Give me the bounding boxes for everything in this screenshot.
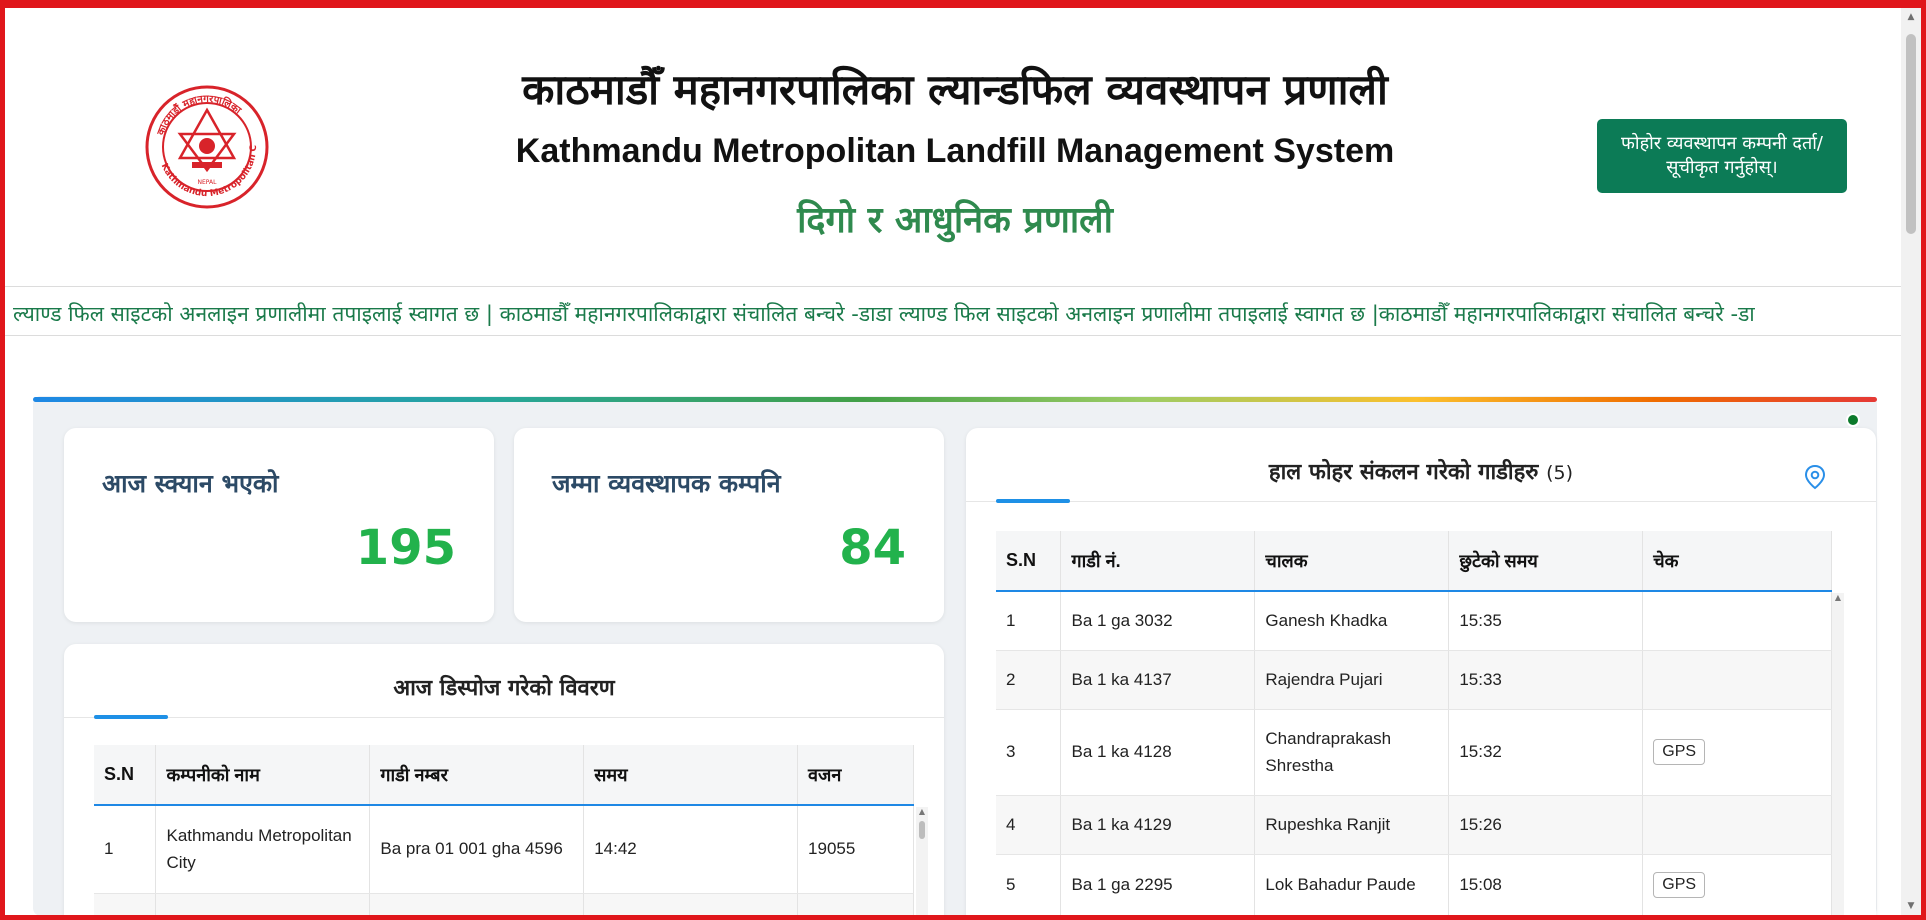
- cell-time: 15:33: [1448, 650, 1644, 710]
- cell-driver: Ganesh Khadka: [1254, 591, 1450, 651]
- col-sn[interactable]: S.N: [996, 531, 1062, 592]
- ticker-text: ल्याण्ड फिल साइटको अनलाइन प्रणालीमा तपाइ…: [13, 302, 1755, 326]
- site-header: काठमाडौं महानगरपालिका Kathmandu Metropol…: [5, 8, 1901, 286]
- disposal-table-wrapper: S.N कम्पनीको नाम गाडी नम्बर समय वजन 1 Ka…: [94, 745, 928, 920]
- disposal-panel-title: आज डिस्पोज गरेको विवरण: [393, 676, 615, 701]
- cell-sn: 1: [996, 591, 1062, 651]
- table-row[interactable]: 1 Ba 1 ga 3032 Ganesh Khadka 15:35: [996, 591, 1832, 651]
- scanned-today-value: 195: [355, 520, 456, 576]
- total-companies-card: जम्मा व्यवस्थापक कम्पनि 84: [514, 428, 944, 622]
- scanned-today-card: आज स्क्यान भएको 195: [64, 428, 494, 622]
- cell-sn: 1: [94, 805, 157, 894]
- col-time[interactable]: समय: [583, 745, 799, 806]
- cell-check: GPS: [1642, 709, 1832, 796]
- table-row[interactable]: 4 Ba 1 ka 4129 Rupeshka Ranjit 15:26: [996, 795, 1832, 855]
- cell-sn: 4: [996, 795, 1062, 855]
- cell-time: 14:42: [583, 805, 799, 894]
- scanned-today-label: आज स्क्यान भएको: [102, 469, 279, 498]
- vehicles-count: (5): [1546, 462, 1574, 484]
- table-row[interactable]: 5 Ba 1 ga 2295 Lok Bahadur Paude 15:08 G…: [996, 854, 1832, 917]
- cell-vehicle: Ba 1 ka 4128: [1060, 709, 1256, 796]
- cell-sn: 2: [996, 650, 1062, 710]
- table-row[interactable]: [94, 893, 914, 920]
- cell-check: [1642, 591, 1832, 651]
- cell-check: [1642, 650, 1832, 710]
- col-vehicle-no[interactable]: गाडी नं.: [1060, 531, 1256, 592]
- panel-divider: [64, 717, 944, 718]
- cell-time: 15:32: [1448, 709, 1644, 796]
- page-scrollbar[interactable]: ▲ ▼: [1901, 8, 1921, 915]
- vehicles-panel-title: हाल फोहर संकलन गरेको गाडीहरु (5): [966, 456, 1876, 486]
- register-company-button[interactable]: फोहोर व्यवस्थापन कम्पनी दर्ता/सूचीकृत गर…: [1597, 119, 1847, 193]
- page-title-nepali: काठमाडौँ महानगरपालिका ल्यान्डफिल व्यवस्थ…: [522, 65, 1388, 114]
- table-row[interactable]: 3 Ba 1 ka 4128 Chandraprakash Shrestha 1…: [996, 709, 1832, 796]
- col-company[interactable]: कम्पनीको नाम: [155, 745, 371, 806]
- cell-driver: Rajendra Pujari: [1254, 650, 1450, 710]
- news-ticker: ल्याण्ड फिल साइटको अनलाइन प्रणालीमा तपाइ…: [5, 286, 1901, 336]
- panel-title-accent: [94, 715, 168, 719]
- logo-inner-text: NEPAL: [198, 179, 218, 186]
- gps-button[interactable]: GPS: [1653, 872, 1706, 898]
- disposal-table: S.N कम्पनीको नाम गाडी नम्बर समय वजन 1 Ka…: [94, 745, 914, 920]
- location-pin-icon[interactable]: [1804, 464, 1826, 490]
- cell-time: 15:35: [1448, 591, 1644, 651]
- cell-weight: 19055: [797, 805, 914, 894]
- cell-check: GPS: [1642, 854, 1832, 917]
- gps-button[interactable]: GPS: [1653, 739, 1706, 765]
- scroll-down-arrow-icon[interactable]: ▼: [1906, 901, 1916, 911]
- col-check[interactable]: चेक: [1642, 531, 1832, 592]
- cell-sn: 3: [996, 709, 1062, 796]
- cell-vehicle: Ba 1 ka 4137: [1060, 650, 1256, 710]
- cell-sn: 5: [996, 854, 1062, 917]
- panel-divider: [966, 501, 1876, 502]
- cell-driver: Chandraprakash Shrestha: [1254, 709, 1450, 796]
- cell-time: 15:08: [1448, 854, 1644, 917]
- vehicles-table-header: S.N गाडी नं. चालक छुटेको समय चेक: [996, 531, 1832, 592]
- col-sn[interactable]: S.N: [94, 745, 157, 806]
- disposal-panel: आज डिस्पोज गरेको विवरण S.N कम्पनीको नाम …: [64, 644, 944, 920]
- cell-driver: Rupeshka Ranjit: [1254, 795, 1450, 855]
- total-companies-value: 84: [839, 520, 906, 576]
- total-companies-label: जम्मा व्यवस्थापक कम्पनि: [552, 469, 781, 498]
- cell-vehicle: Ba pra 01 001 gha 4596: [369, 805, 585, 894]
- col-departed-time[interactable]: छुटेको समय: [1448, 531, 1644, 592]
- col-driver[interactable]: चालक: [1254, 531, 1450, 592]
- scroll-up-arrow-icon[interactable]: ▲: [1906, 12, 1916, 22]
- cell-vehicle: Ba 1 ka 4129: [1060, 795, 1256, 855]
- vehicles-title-text: हाल फोहर संकलन गरेको गाडीहरु: [1268, 460, 1539, 485]
- scrollbar-thumb[interactable]: [1906, 34, 1916, 234]
- cell-time: 15:26: [1448, 795, 1644, 855]
- gradient-accent-bar: [33, 397, 1877, 402]
- vehicles-table-wrapper: S.N गाडी नं. चालक छुटेको समय चेक 1 Ba 1 …: [996, 531, 1846, 920]
- vehicles-table-scrollbar[interactable]: ▲ ▼: [1832, 593, 1844, 920]
- table-row[interactable]: 1 Kathmandu Metropolitan City Ba pra 01 …: [94, 805, 914, 894]
- table-row[interactable]: 2 Ba 1 ka 4137 Rajendra Pujari 15:33: [996, 650, 1832, 710]
- panel-title-accent: [996, 499, 1070, 503]
- cell-company: Kathmandu Metropolitan City: [155, 805, 371, 894]
- col-weight[interactable]: वजन: [797, 745, 914, 806]
- disposal-table-scrollbar[interactable]: ▲: [916, 807, 928, 920]
- cell-check: [1642, 795, 1832, 855]
- col-vehicle-number[interactable]: गाडी नम्बर: [369, 745, 585, 806]
- vehicles-table: S.N गाडी नं. चालक छुटेको समय चेक 1 Ba 1 …: [996, 531, 1832, 917]
- online-status-dot: [1846, 413, 1860, 427]
- cell-driver: Lok Bahadur Paude: [1254, 854, 1450, 917]
- vehicles-panel: हाल फोहर संकलन गरेको गाडीहरु (5) S.N गाड…: [966, 428, 1876, 920]
- disposal-table-header: S.N कम्पनीको नाम गाडी नम्बर समय वजन: [94, 745, 914, 806]
- cell-vehicle: Ba 1 ga 3032: [1060, 591, 1256, 651]
- cell-vehicle: Ba 1 ga 2295: [1060, 854, 1256, 917]
- page-subtitle: दिगो र आधुनिक प्रणाली: [797, 200, 1113, 241]
